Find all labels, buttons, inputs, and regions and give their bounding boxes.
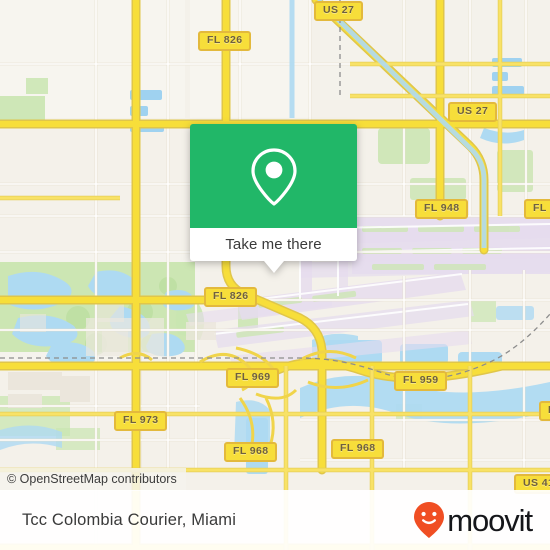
road-shield: FL 826: [198, 31, 252, 51]
osm-attribution[interactable]: © OpenStreetMap contributors: [0, 468, 186, 491]
road-shield: FL 968: [224, 442, 278, 462]
moovit-logo[interactable]: moovit: [413, 501, 533, 539]
road-shield: FL 948: [415, 199, 469, 219]
road-shield: US 27: [448, 102, 498, 122]
map-pin-icon: [250, 148, 297, 206]
road-shield: FL 826: [204, 287, 258, 307]
map-screenshot: FL 826 US 27 US 27 FL 948 FL 5 FL 826 FL…: [0, 0, 550, 550]
road-shield: FL 9: [539, 401, 550, 421]
moovit-smile-pin-icon: [414, 502, 445, 538]
road-shield: US 27: [314, 1, 364, 21]
road-shield: FL 5: [524, 199, 550, 219]
road-shield: FL 969: [226, 368, 280, 388]
road-shield: FL 968: [331, 439, 385, 459]
footer-bar: Tcc Colombia Courier, Miami moovit: [0, 490, 550, 550]
callout-tail: [263, 261, 284, 273]
take-me-there-label: Take me there: [225, 236, 322, 253]
road-shield: FL 973: [114, 411, 168, 431]
place-title: Tcc Colombia Courier, Miami: [22, 510, 237, 529]
moovit-wordmark: moovit: [447, 502, 533, 538]
take-me-there-button[interactable]: Take me there: [190, 228, 357, 273]
callout-pin-panel: [190, 124, 357, 228]
road-shield: FL 959: [394, 371, 448, 391]
location-callout[interactable]: Take me there: [190, 124, 357, 273]
